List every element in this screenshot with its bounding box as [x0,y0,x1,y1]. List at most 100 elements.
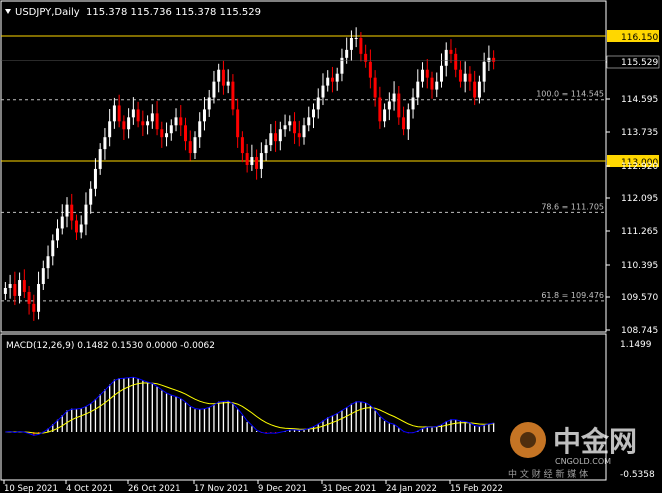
candle-body [212,81,216,98]
candle-body [340,57,344,74]
watermark-brand: 中金网 [553,425,637,458]
candle-body [473,81,477,98]
candle-body [245,153,249,165]
candle-body [160,129,164,138]
candle-body [463,73,467,82]
candle-body [482,61,486,82]
candle-body [93,168,97,189]
candle-body [392,93,396,102]
candle-body [141,121,145,126]
chart-window[interactable]: USDJPY,Daily 115.378 115.736 115.378 115… [0,0,662,493]
candle-body [316,97,320,110]
watermark-sub: CNGOLD.COM [555,457,611,466]
time-tick-label: 24 Jan 2022 [386,484,437,493]
time-tick-label: 17 Nov 2021 [194,484,248,493]
candle-body [184,125,188,142]
candle-body [188,141,192,154]
watermark-tagline: 中 文 财 经 新 媒 体 [508,468,588,480]
candle-body [406,109,410,130]
candle-body [8,284,12,288]
time-tick-label: 10 Sep 2021 [4,484,58,493]
time-tick-label: 15 Feb 2022 [450,484,503,493]
candle-body [458,69,462,82]
candle-body [221,69,225,86]
candle-body [250,157,254,165]
fib-label: 61.8 = 109.476 [541,291,604,300]
candle-body [3,287,7,294]
candle-body [321,85,325,98]
candle-body [283,125,287,130]
candle-body [117,105,121,122]
candle-body [383,109,387,122]
candle-body [269,133,273,146]
candle-body [122,121,126,130]
candle-body [477,81,481,98]
candle-body [89,188,93,205]
macd-axis-bottom: -0.5358 [620,470,655,480]
time-tick-label: 9 Dec 2021 [258,484,307,493]
candle-body [70,204,74,221]
candle-body [311,109,315,118]
candle-body [98,149,102,169]
candle-body [349,37,353,50]
candle-body [288,121,292,126]
candle-body [425,69,429,78]
candle-body [449,49,453,54]
price-tick-label: 114.595 [621,95,658,105]
macd-axis-top: 1.1499 [620,340,652,350]
price-tick-label: 112.095 [621,194,658,204]
price-tick-label: 108.745 [621,326,658,336]
candle-body [411,97,415,110]
candle-body [387,101,391,110]
candle-body [217,69,221,82]
candle-body [60,216,64,229]
candle-body [41,268,45,285]
price-tick-label: 111.265 [621,227,658,237]
candle-body [74,220,78,233]
candle-body [354,37,358,39]
candle-body [439,65,443,82]
price-tick-label: 112.920 [621,162,658,172]
macd-title: MACD(12,26,9) 0.1482 0.1530 0.0000 -0.00… [6,341,215,351]
candle-body [487,57,491,62]
price-tick-label: 110.395 [621,261,658,271]
candle-body [146,121,150,126]
price-tick-label: 113.735 [621,128,658,138]
candle-body [421,69,425,82]
candle-body [79,224,83,233]
candle-body [236,109,240,138]
candle-body [492,57,496,62]
candle-body [150,113,154,122]
candle-body [402,117,406,130]
candle-body [264,145,268,154]
candle-body [27,291,31,304]
candle-body [255,157,259,169]
current-price-label: 115.529 [621,58,658,68]
candle-body [373,77,377,98]
time-tick-label: 31 Dec 2021 [322,484,376,493]
candle-body [430,77,434,90]
time-tick-label: 4 Oct 2021 [66,484,113,493]
candle-body [335,73,339,82]
candle-body [84,204,88,225]
candle-body [240,137,244,154]
candle-body [65,204,69,217]
candle-body [207,97,211,110]
candle-body [32,303,36,312]
fib-label: 78.6 = 111.705 [541,202,604,211]
candle-body [297,133,301,138]
candle-body [397,93,401,118]
candle-body [18,280,22,296]
candle-body [330,77,334,82]
candle-body [231,81,235,110]
candle-body [179,117,183,126]
candle-body [51,240,55,257]
candle-body [56,228,60,241]
candle-body [136,109,140,122]
candle-body [326,77,330,86]
candle-body [108,121,112,138]
candle-body [444,49,448,66]
candle-body [22,280,26,292]
candle-body [169,125,173,134]
candle-body [345,49,349,58]
